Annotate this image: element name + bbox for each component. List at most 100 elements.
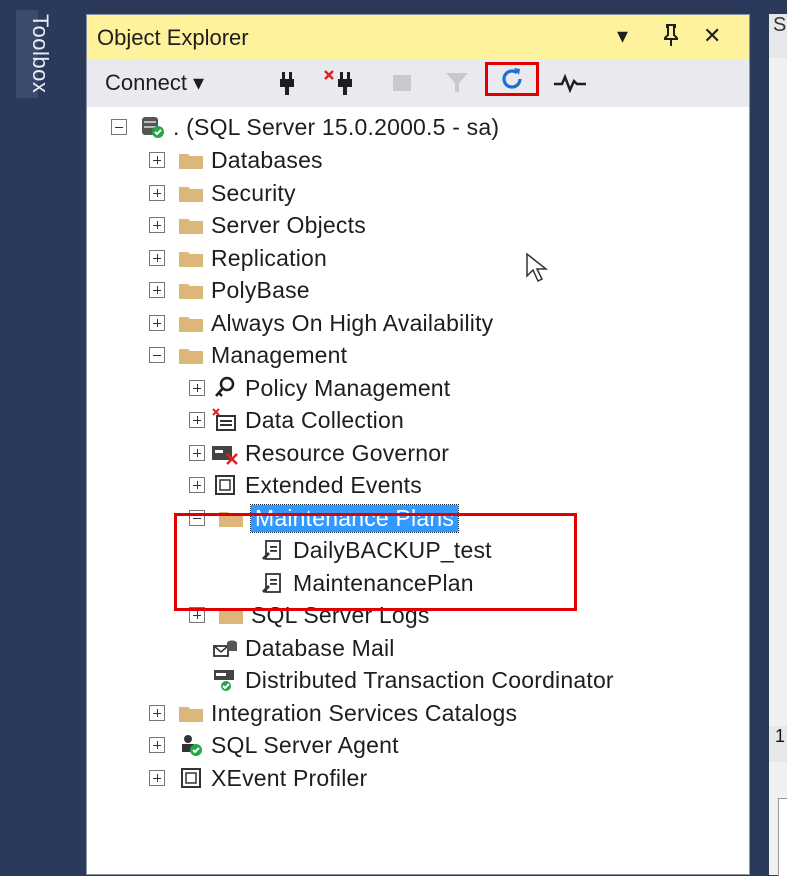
tree-node-label[interactable]: XEvent Profiler xyxy=(211,765,367,792)
tree-node-maintenance-plans[interactable]: Maintenance Plans xyxy=(189,502,460,534)
tree-node-label[interactable]: PolyBase xyxy=(211,277,310,304)
sql-agent-icon xyxy=(177,733,205,757)
folder-open-icon xyxy=(217,506,245,530)
tree-node-label[interactable]: Security xyxy=(211,180,296,207)
expand-toggle[interactable] xyxy=(189,412,205,428)
folder-open-icon xyxy=(177,343,205,367)
tree-node-server-objects[interactable]: Server Objects xyxy=(149,209,366,241)
maintenance-plan-icon xyxy=(259,571,287,595)
folder-icon xyxy=(177,213,205,237)
dtc-icon xyxy=(211,668,239,692)
expand-toggle[interactable] xyxy=(149,152,165,168)
tree-node-sql-server-logs[interactable]: SQL Server Logs xyxy=(189,599,430,631)
connect-icon[interactable] xyxy=(273,69,301,97)
expand-toggle[interactable] xyxy=(149,250,165,266)
tree-node-label[interactable]: Database Mail xyxy=(245,635,395,662)
tree-node-replication[interactable]: Replication xyxy=(149,242,327,274)
tree-node-extended-events[interactable]: Extended Events xyxy=(189,469,422,501)
refresh-icon[interactable] xyxy=(498,65,526,93)
expand-toggle[interactable] xyxy=(189,445,205,461)
tree-node-plan-dailybackup[interactable]: DailyBACKUP_test xyxy=(229,534,492,566)
results-tab[interactable]: 1 xyxy=(769,726,787,762)
object-explorer-panel: Object Explorer ▾ ✕ Connect ▾ . (SQL Ser… xyxy=(86,14,750,875)
tree-node-label[interactable]: MaintenancePlan xyxy=(293,570,474,597)
object-explorer-tree: . (SQL Server 15.0.2000.5 - sa) Database… xyxy=(87,107,749,876)
tree-node-label[interactable]: Policy Management xyxy=(245,375,450,402)
collapse-toggle[interactable] xyxy=(149,347,165,363)
tree-node-label[interactable]: . (SQL Server 15.0.2000.5 - sa) xyxy=(173,114,499,141)
panel-title: Object Explorer xyxy=(97,25,249,50)
tree-node-polybase[interactable]: PolyBase xyxy=(149,274,310,306)
connect-button[interactable]: Connect ▾ xyxy=(105,70,204,96)
folder-icon xyxy=(177,311,205,335)
disconnect-icon[interactable] xyxy=(323,69,352,97)
tree-node-label[interactable]: Data Collection xyxy=(245,407,404,434)
database-mail-icon xyxy=(211,636,239,660)
collapse-toggle[interactable] xyxy=(189,510,205,526)
expand-toggle[interactable] xyxy=(189,607,205,623)
tree-node-xevent-profiler[interactable]: XEvent Profiler xyxy=(149,762,367,794)
tree-node-plan-maintenanceplan[interactable]: MaintenancePlan xyxy=(229,567,474,599)
object-explorer-title-bar: Object Explorer ▾ ✕ xyxy=(87,15,749,59)
mouse-cursor-icon xyxy=(525,252,551,284)
tree-node-label[interactable]: SQL Server Logs xyxy=(251,602,430,629)
window-position-dropdown-icon[interactable]: ▾ xyxy=(617,23,628,49)
tree-node-databases[interactable]: Databases xyxy=(149,144,323,176)
tree-node-integration-services[interactable]: Integration Services Catalogs xyxy=(149,697,517,729)
tree-node-label[interactable]: Integration Services Catalogs xyxy=(211,700,517,727)
pin-icon[interactable] xyxy=(661,23,681,53)
tree-node-label-selected[interactable]: Maintenance Plans xyxy=(249,503,460,533)
folder-icon xyxy=(177,181,205,205)
expand-toggle[interactable] xyxy=(149,217,165,233)
tree-node-server[interactable]: . (SQL Server 15.0.2000.5 - sa) xyxy=(111,111,499,143)
folder-icon xyxy=(217,603,245,627)
close-icon[interactable]: ✕ xyxy=(703,23,721,49)
folder-icon xyxy=(177,278,205,302)
tree-node-label[interactable]: Server Objects xyxy=(211,212,366,239)
expand-toggle[interactable] xyxy=(189,380,205,396)
tree-node-dtc[interactable]: Distributed Transaction Coordinator xyxy=(189,664,614,696)
object-explorer-toolbar: Connect ▾ xyxy=(87,59,749,107)
collapse-toggle[interactable] xyxy=(111,119,127,135)
toolbox-tab-label[interactable]: Toolbox xyxy=(27,14,53,93)
tree-node-resource-governor[interactable]: Resource Governor xyxy=(189,437,449,469)
tree-node-security[interactable]: Security xyxy=(149,177,296,209)
tree-node-label[interactable]: Resource Governor xyxy=(245,440,449,467)
filter-icon xyxy=(443,69,471,97)
folder-icon xyxy=(177,148,205,172)
folder-icon xyxy=(177,246,205,270)
tree-node-management[interactable]: Management xyxy=(149,339,347,371)
tree-node-always-on[interactable]: Always On High Availability xyxy=(149,307,493,339)
tree-node-sql-server-agent[interactable]: SQL Server Agent xyxy=(149,729,399,761)
expand-toggle[interactable] xyxy=(189,477,205,493)
tree-node-data-collection[interactable]: Data Collection xyxy=(189,404,404,436)
folder-icon xyxy=(177,701,205,725)
stop-icon xyxy=(389,69,417,97)
extended-events-icon xyxy=(211,473,239,497)
expand-toggle[interactable] xyxy=(149,705,165,721)
expand-toggle[interactable] xyxy=(149,282,165,298)
expand-toggle[interactable] xyxy=(149,770,165,786)
expand-toggle[interactable] xyxy=(149,185,165,201)
expand-toggle[interactable] xyxy=(149,315,165,331)
document-tab[interactable]: S xyxy=(769,14,787,58)
tree-node-label[interactable]: Replication xyxy=(211,245,327,272)
tree-node-label[interactable]: DailyBACKUP_test xyxy=(293,537,492,564)
tree-node-policy-management[interactable]: Policy Management xyxy=(189,372,450,404)
tree-node-label[interactable]: Always On High Availability xyxy=(211,310,493,337)
tree-node-label[interactable]: SQL Server Agent xyxy=(211,732,399,759)
maintenance-plan-icon xyxy=(259,538,287,562)
server-connected-icon xyxy=(139,115,167,139)
tree-node-label[interactable]: Management xyxy=(211,342,347,369)
resource-governor-icon xyxy=(211,441,239,465)
policy-icon xyxy=(211,376,239,400)
xevent-profiler-icon xyxy=(177,766,205,790)
tree-node-label[interactable]: Databases xyxy=(211,147,323,174)
tree-node-label[interactable]: Extended Events xyxy=(245,472,422,499)
tree-node-label[interactable]: Distributed Transaction Coordinator xyxy=(245,667,614,694)
activity-monitor-icon[interactable] xyxy=(553,69,586,97)
results-grid xyxy=(778,798,787,876)
toolbox-strip xyxy=(0,0,86,875)
tree-node-database-mail[interactable]: Database Mail xyxy=(189,632,395,664)
expand-toggle[interactable] xyxy=(149,737,165,753)
